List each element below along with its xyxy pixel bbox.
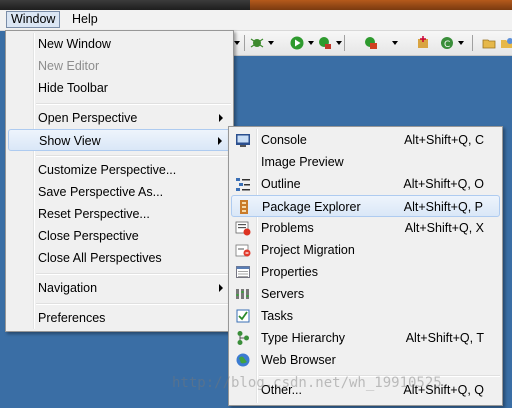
menu-item-image-preview[interactable]: Image Preview [231, 151, 500, 173]
menu-item-label: Navigation [38, 281, 98, 295]
type-hierarchy-icon [237, 331, 249, 345]
menu-item-save-perspective-as[interactable]: Save Perspective As... [8, 181, 231, 203]
window-menu: New Window New Editor Hide Toolbar Open … [5, 30, 234, 332]
chevron-down-icon[interactable] [234, 41, 240, 45]
menu-separator [36, 103, 231, 105]
menu-item-tasks[interactable]: Tasks [231, 305, 500, 327]
menu-item-navigation[interactable]: Navigation [8, 277, 231, 299]
tasks-icon [236, 309, 250, 323]
menu-item-label: Close Perspective [38, 229, 139, 243]
menu-item-close-all-perspectives[interactable]: Close All Perspectives [8, 247, 231, 269]
title-bar-accent [250, 0, 512, 10]
submenu-arrow-icon [219, 284, 223, 292]
menu-item-label: Image Preview [261, 155, 344, 169]
run-with-coverage-icon[interactable] [318, 36, 332, 50]
toolbar-separator [344, 35, 345, 51]
menu-item-other[interactable]: Other... Alt+Shift+Q, Q [231, 379, 500, 401]
open-type-icon[interactable] [500, 36, 512, 50]
menu-separator [36, 155, 231, 157]
console-icon [236, 134, 250, 147]
debug-icon[interactable] [250, 36, 264, 50]
svg-text:C: C [444, 40, 450, 50]
menu-item-label: Show View [39, 134, 101, 148]
menu-item-problems[interactable]: Problems Alt+Shift+Q, X [231, 217, 500, 239]
chevron-down-icon[interactable] [458, 41, 464, 45]
menu-separator [36, 303, 231, 305]
menu-separator [259, 375, 500, 377]
new-class-icon[interactable]: C [440, 36, 454, 50]
menu-item-hide-toolbar[interactable]: Hide Toolbar [8, 77, 231, 99]
web-browser-icon [236, 353, 250, 367]
menu-item-label: Web Browser [261, 353, 336, 367]
menu-item-new-window[interactable]: New Window [8, 33, 231, 55]
menu-item-label: New Window [38, 37, 111, 51]
menu-item-label: Package Explorer [262, 200, 361, 214]
menu-item-close-perspective[interactable]: Close Perspective [8, 225, 231, 247]
menu-item-label: Project Migration [261, 243, 355, 257]
shortcut-text: Alt+Shift+Q, O [403, 177, 484, 191]
properties-icon [236, 266, 250, 278]
package-explorer-icon [240, 200, 248, 214]
menu-item-label: Tasks [261, 309, 293, 323]
external-tools-icon[interactable] [364, 36, 378, 50]
menu-item-label: Reset Perspective... [38, 207, 150, 221]
menu-window[interactable]: Window [6, 11, 61, 28]
shortcut-text: Alt+Shift+Q, X [404, 221, 484, 235]
menu-item-project-migration[interactable]: Project Migration [231, 239, 500, 261]
problems-icon [235, 221, 251, 236]
new-java-project-icon[interactable] [416, 36, 430, 50]
title-bar [0, 0, 512, 10]
main-toolbar: C [232, 31, 512, 56]
run-icon[interactable] [290, 36, 304, 50]
menu-item-preferences[interactable]: Preferences [8, 307, 231, 329]
menu-item-label: Problems [261, 221, 314, 235]
chevron-down-icon[interactable] [336, 41, 342, 45]
menu-item-label: Properties [261, 265, 318, 279]
menu-item-customize-perspective[interactable]: Customize Perspective... [8, 159, 231, 181]
menu-item-label: Other... [261, 383, 302, 397]
chevron-down-icon[interactable] [308, 41, 314, 45]
project-migration-icon [235, 244, 251, 257]
menu-item-package-explorer[interactable]: Package Explorer Alt+Shift+Q, P [231, 195, 500, 217]
toolbar-separator [472, 35, 473, 51]
shortcut-text: Alt+Shift+Q, Q [403, 383, 484, 397]
outline-icon [236, 178, 250, 191]
shortcut-text: Alt+Shift+Q, C [404, 133, 484, 147]
open-folder-icon[interactable] [482, 36, 496, 50]
menu-item-label: Open Perspective [38, 111, 138, 125]
submenu-arrow-icon [219, 114, 223, 122]
shortcut-text: Alt+Shift+Q, P [403, 200, 483, 214]
chevron-down-icon[interactable] [268, 41, 274, 45]
menu-item-properties[interactable]: Properties [231, 261, 500, 283]
menu-item-type-hierarchy[interactable]: Type Hierarchy Alt+Shift+Q, T [231, 327, 500, 349]
show-view-submenu: Console Alt+Shift+Q, C Image Preview Out… [228, 126, 503, 406]
menu-item-label: Customize Perspective... [38, 163, 177, 177]
menu-item-reset-perspective[interactable]: Reset Perspective... [8, 203, 231, 225]
menu-help[interactable]: Help [68, 12, 102, 27]
menu-item-servers[interactable]: Servers [231, 283, 500, 305]
menu-item-label: Save Perspective As... [38, 185, 164, 199]
menu-separator [36, 273, 231, 275]
menu-item-new-editor: New Editor [8, 55, 231, 77]
toolbar-separator [244, 35, 245, 51]
menu-item-label: Preferences [38, 311, 106, 325]
shortcut-text: Alt+Shift+Q, T [405, 331, 484, 345]
menu-item-console[interactable]: Console Alt+Shift+Q, C [231, 129, 500, 151]
chevron-down-icon[interactable] [392, 41, 398, 45]
menu-item-outline[interactable]: Outline Alt+Shift+Q, O [231, 173, 500, 195]
submenu-arrow-icon [218, 137, 222, 145]
menu-item-label: Hide Toolbar [38, 81, 108, 95]
menu-bar: Window Help [0, 10, 512, 31]
menu-item-label: Outline [261, 177, 301, 191]
menu-item-show-view[interactable]: Show View [8, 129, 231, 151]
servers-icon [236, 289, 249, 299]
menu-item-label: New Editor [38, 59, 100, 73]
menu-item-web-browser[interactable]: Web Browser [231, 349, 500, 371]
menu-item-label: Servers [261, 287, 305, 301]
menu-item-label: Close All Perspectives [38, 251, 162, 265]
menu-item-label: Type Hierarchy [261, 331, 346, 345]
menu-item-open-perspective[interactable]: Open Perspective [8, 107, 231, 129]
menu-item-label: Console [261, 133, 307, 147]
